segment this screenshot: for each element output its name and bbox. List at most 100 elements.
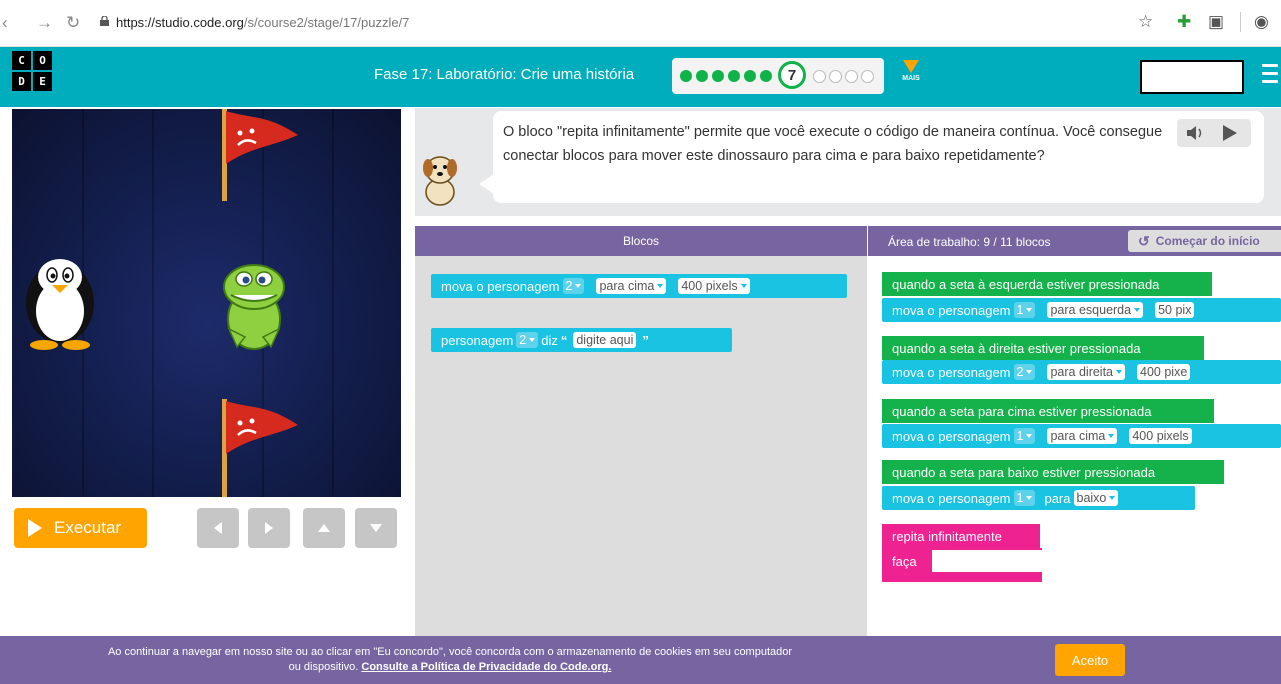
sprite-dropdown[interactable]: 2	[516, 332, 539, 348]
progress-dot-completed[interactable]	[744, 70, 756, 82]
arrow-left-icon	[214, 522, 222, 534]
repeat-forever-body[interactable]: faça	[882, 548, 1042, 582]
progress-dot-completed[interactable]	[696, 70, 708, 82]
left-arrow-button[interactable]	[197, 508, 239, 548]
distance-dropdown[interactable]: 50 pix	[1155, 302, 1195, 318]
sprite-dropdown[interactable]: 2	[562, 278, 585, 294]
progress-dot-completed[interactable]	[680, 70, 692, 82]
block-label: personagem	[441, 332, 514, 348]
event-label: quando a seta para cima estiver pression…	[892, 403, 1152, 419]
dropdown-value: 400 pixels	[681, 279, 738, 293]
dropdown-value: 400 pixe	[1140, 365, 1188, 379]
direction-dropdown[interactable]: para cima	[596, 278, 667, 294]
instructions-text: O bloco "repita infinitamente" permite q…	[503, 124, 1163, 164]
move-sprite-block[interactable]: mova o personagem 1 para esquerda 50 pix	[882, 298, 1281, 322]
dropdown-value: para esquerda	[1050, 303, 1132, 317]
move-sprite-block[interactable]: mova o personagem 1 para cima 400 pixels	[882, 424, 1281, 448]
extension-icon[interactable]: ✚	[1177, 12, 1191, 32]
progress-current-puzzle[interactable]: 7	[778, 61, 806, 89]
header-box[interactable]	[1140, 60, 1244, 94]
privacy-policy-link[interactable]: Consulte a Política de Privacidade do Co…	[361, 661, 611, 673]
dropdown-value: 1	[1016, 491, 1024, 505]
event-label: quando a seta à esquerda estiver pressio…	[892, 276, 1160, 292]
speech-bubble-tail	[479, 174, 494, 194]
event-label: quando a seta para baixo estiver pressio…	[892, 464, 1156, 480]
sprite-say-block[interactable]: personagem 2 diz “ digite aqui ”	[431, 328, 732, 352]
toolbar-divider	[1240, 12, 1241, 32]
progress-dot-upcoming[interactable]	[829, 70, 842, 83]
run-button[interactable]: Executar	[14, 508, 147, 548]
progress-dot-completed[interactable]	[760, 70, 772, 82]
dropdown-value: baixo	[1076, 491, 1107, 505]
distance-dropdown[interactable]: 400 pixels	[678, 278, 750, 294]
up-arrow-button[interactable]	[303, 508, 345, 548]
sprite-dropdown[interactable]: 1	[1013, 302, 1036, 318]
bookmark-star-icon[interactable]: ☆	[1138, 12, 1153, 32]
sprite-dropdown[interactable]: 2	[1013, 364, 1036, 380]
distance-dropdown[interactable]: 400 pixe	[1137, 364, 1191, 380]
dropdown-value: 1	[1016, 429, 1024, 443]
repeat-forever-block[interactable]: repita infinitamente	[882, 524, 1040, 548]
direction-dropdown[interactable]: baixo	[1073, 490, 1119, 506]
distance-dropdown[interactable]: 400 pixels	[1129, 428, 1192, 444]
play-audio-icon[interactable]	[1223, 125, 1237, 141]
reload-icon[interactable]: ↻	[66, 13, 80, 33]
progress-dot-upcoming[interactable]	[861, 70, 874, 83]
block-count-label: Área de trabalho: 9 / 11 blocos	[888, 235, 1051, 249]
lock-icon	[100, 16, 109, 26]
instructions-bubble: O bloco "repita infinitamente" permite q…	[493, 111, 1264, 203]
cookie-banner: Ao continuar a navegar em nosso site ou …	[0, 636, 1281, 684]
hamburger-menu-icon[interactable]	[1262, 64, 1278, 88]
block-label: diz	[541, 332, 558, 348]
game-canvas[interactable]	[12, 109, 401, 497]
direction-dropdown[interactable]: para cima	[1047, 428, 1118, 444]
sprite-dropdown[interactable]: 1	[1013, 490, 1036, 506]
direction-dropdown[interactable]: para esquerda	[1047, 302, 1144, 318]
workspace[interactable]: quando a seta à esquerda estiver pressio…	[868, 256, 1281, 636]
address-bar[interactable]: https://studio.code.org/s/course2/stage/…	[96, 9, 1126, 37]
say-text-field[interactable]: digite aqui	[573, 332, 637, 348]
block-label: mova o personagem	[892, 490, 1011, 506]
accept-cookies-button[interactable]: Aceito	[1055, 644, 1125, 676]
resize-handle[interactable]	[405, 293, 409, 309]
more-label: MAIS	[902, 75, 920, 82]
logo-letter: C	[12, 51, 31, 70]
code-logo[interactable]: C O D E	[12, 51, 52, 91]
progress-dot-upcoming[interactable]	[813, 70, 826, 83]
stage-title[interactable]: Fase 17: Laboratório: Crie uma história	[374, 66, 634, 83]
event-block-left[interactable]: quando a seta à esquerda estiver pressio…	[882, 272, 1212, 296]
arrow-up-icon	[318, 524, 330, 532]
logo-letter: O	[33, 51, 52, 70]
dog-avatar-icon	[423, 156, 457, 206]
event-block-right[interactable]: quando a seta à direita estiver pression…	[882, 336, 1204, 360]
audio-controls[interactable]	[1177, 119, 1251, 147]
dropdown-value: para cima	[1050, 429, 1106, 443]
move-sprite-block[interactable]: mova o personagem 1 para baixo	[882, 486, 1195, 510]
progress-dot-completed[interactable]	[728, 70, 740, 82]
event-block-down[interactable]: quando a seta para baixo estiver pressio…	[882, 460, 1224, 484]
repeat-bottom	[882, 572, 1042, 582]
move-sprite-block[interactable]: mova o personagem 2 para cima 400 pixels	[431, 274, 847, 298]
progress-dot-completed[interactable]	[712, 70, 724, 82]
red-flag-icon	[222, 399, 298, 497]
dropdown-value: 2	[565, 279, 573, 293]
start-over-button[interactable]: ↺ Começar do início	[1128, 230, 1281, 252]
repeat-slot[interactable]	[932, 548, 1042, 568]
event-block-up[interactable]: quando a seta para cima estiver pression…	[882, 399, 1214, 423]
speaker-icon[interactable]	[1187, 126, 1205, 140]
profile-icon[interactable]: ◉	[1254, 12, 1269, 32]
extension-camera-icon[interactable]: ▣	[1208, 12, 1224, 32]
direction-dropdown[interactable]: para direita	[1047, 364, 1126, 380]
sprite-dropdown[interactable]: 1	[1013, 428, 1036, 444]
move-sprite-block[interactable]: mova o personagem 2 para direita 400 pix…	[882, 360, 1281, 384]
more-button[interactable]: MAIS	[896, 60, 926, 82]
workspace-header: Área de trabalho: 9 / 11 blocos ↺ Começa…	[868, 226, 1281, 256]
forward-icon[interactable]: →	[36, 13, 53, 33]
run-label: Executar	[54, 518, 122, 537]
cookie-text: Ao continuar a navegar em nosso site ou …	[0, 645, 900, 675]
right-arrow-button[interactable]	[248, 508, 290, 548]
back-icon[interactable]: ‹	[2, 13, 8, 33]
down-arrow-button[interactable]	[355, 508, 397, 548]
close-quote-icon: ”	[642, 332, 649, 348]
progress-dot-upcoming[interactable]	[845, 70, 858, 83]
